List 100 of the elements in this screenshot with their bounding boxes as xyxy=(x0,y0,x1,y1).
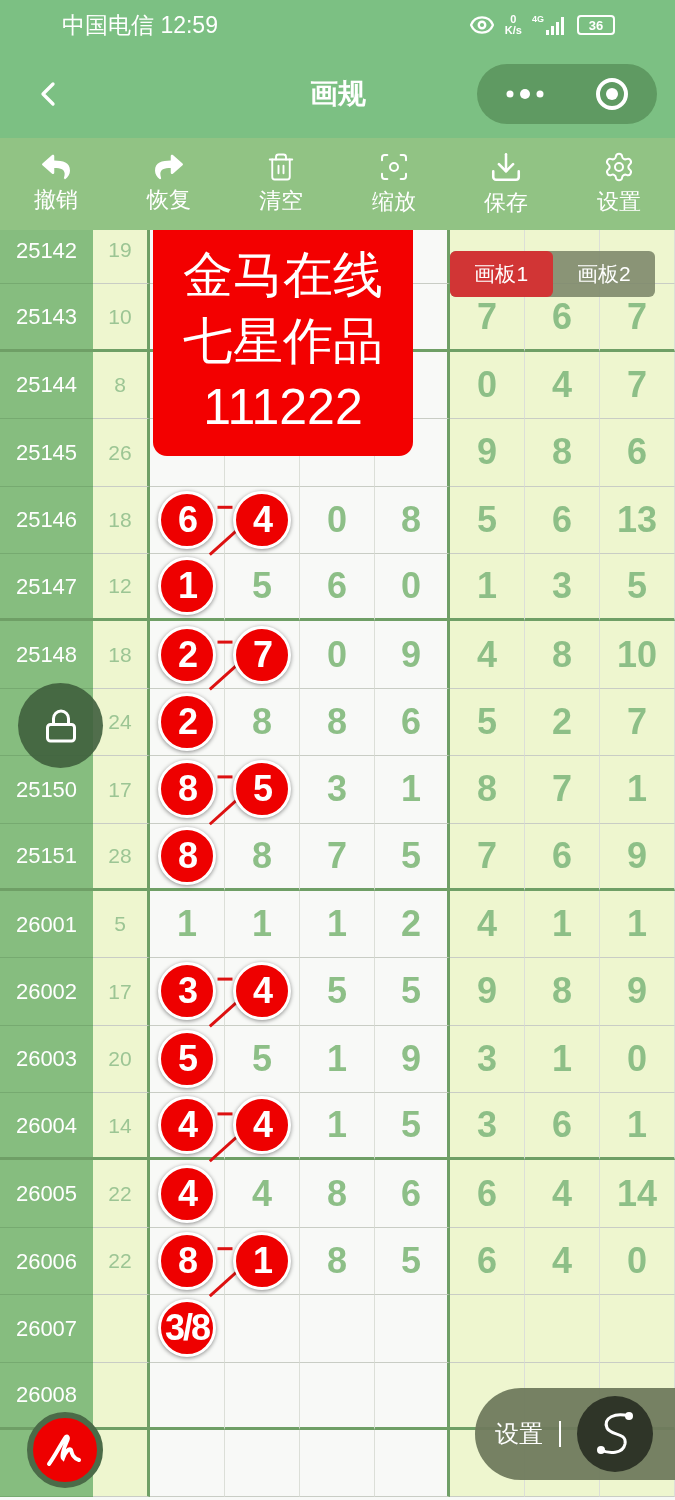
grid-cell: 3 xyxy=(525,553,600,622)
card-line: 金马在线 xyxy=(183,246,383,305)
grid-cell: 0 xyxy=(600,1025,675,1094)
close-icon xyxy=(595,77,629,111)
sum-cell xyxy=(93,1362,150,1431)
undo-icon xyxy=(42,153,71,181)
toolbar-button[interactable]: 清空 xyxy=(225,138,338,230)
settings-label[interactable]: 设置 xyxy=(495,1416,543,1452)
issue-cell: 25146 xyxy=(0,486,93,554)
grid-cell: 9 xyxy=(450,958,525,1026)
sum-cell: 5 xyxy=(93,890,150,959)
connector-line xyxy=(217,977,233,981)
sum-cell: 10 xyxy=(93,284,150,352)
grid-cell: 4 xyxy=(450,621,525,689)
issue-cell: 26005 xyxy=(0,1160,93,1228)
grid-cell: 7 xyxy=(525,756,600,824)
connector-line xyxy=(217,1112,233,1116)
connector-line xyxy=(217,640,233,644)
grid-cell: 8 xyxy=(525,958,600,1026)
issue-cell: 26001 xyxy=(0,890,93,959)
grid-cell: 0 xyxy=(375,553,450,622)
board-tab[interactable]: 画板1 xyxy=(450,251,553,297)
grid-cell: 6 xyxy=(375,1160,450,1228)
grid-cell: 6 xyxy=(450,1160,525,1228)
grid-cell: 2 xyxy=(375,890,450,959)
issue-cell: 25145 xyxy=(0,419,93,487)
speed-value: 0 xyxy=(510,14,517,25)
issue-cell: 25148 xyxy=(0,621,93,689)
grid-cell: 3 xyxy=(300,756,375,824)
grid-cell: 1 xyxy=(600,1093,675,1161)
grid-cell: 9 xyxy=(375,621,450,689)
grid-cell: 1 xyxy=(450,553,525,622)
grid-cell: 2 xyxy=(525,688,600,757)
grid-cell: 9 xyxy=(450,419,525,487)
sum-cell: 18 xyxy=(93,621,150,689)
grid-cell: 7 xyxy=(450,823,525,891)
grid-cell: 6 xyxy=(375,688,450,757)
issue-cell: 25144 xyxy=(0,351,93,420)
capsule-menu[interactable] xyxy=(477,64,657,124)
grid-cell: 8 xyxy=(225,823,300,891)
grid-cell: 1 xyxy=(525,890,600,959)
grid-cell: 9 xyxy=(600,958,675,1026)
grid-cell: 5 xyxy=(450,486,525,554)
toolbar-button[interactable]: 恢复 xyxy=(112,138,225,230)
grid-cell: 8 xyxy=(300,1227,375,1296)
issue-cell: 25150 xyxy=(0,756,93,824)
issue-cell: 26002 xyxy=(0,958,93,1026)
grid-cell: 1 xyxy=(225,890,300,959)
grid-cell: 4 xyxy=(450,890,525,959)
sum-cell: 22 xyxy=(93,1160,150,1228)
grid-cell: 8 xyxy=(300,688,375,757)
carrier-time: 中国电信 12:59 xyxy=(62,10,218,40)
sum-cell xyxy=(93,1430,150,1498)
grid-cell: 5 xyxy=(375,1227,450,1296)
grid-cell: 6 xyxy=(300,553,375,622)
card-line: 七星作品 xyxy=(183,312,383,371)
grid-cell: 5 xyxy=(225,553,300,622)
grid-cell: 5 xyxy=(225,1025,300,1094)
issue-cell: 25143 xyxy=(0,284,93,352)
redo-icon xyxy=(154,153,183,181)
grid-cell: 7 xyxy=(300,823,375,891)
sum-cell xyxy=(93,1295,150,1363)
sum-cell: 20 xyxy=(93,1025,150,1094)
network-type: 4G xyxy=(532,15,544,24)
speed-unit: K/s xyxy=(504,25,522,36)
grid-cell: 8 xyxy=(225,688,300,757)
sum-cell: 28 xyxy=(93,823,150,891)
grid-cell: 1 xyxy=(300,1093,375,1161)
grid-cell: 6 xyxy=(525,1093,600,1161)
grid-cell: 1 xyxy=(375,756,450,824)
sum-cell: 18 xyxy=(93,486,150,554)
grid-cell: 8 xyxy=(450,756,525,824)
grid-cell: 10 xyxy=(600,621,675,689)
grid-cell: 7 xyxy=(600,688,675,757)
issue-cell: 26006 xyxy=(0,1227,93,1296)
grid-cell: 8 xyxy=(525,419,600,487)
toolbar-button[interactable]: 撤销 xyxy=(0,138,113,230)
grid-cell: 5 xyxy=(375,958,450,1026)
more-icon xyxy=(505,88,545,100)
grid-cell: 8 xyxy=(300,1160,375,1228)
grid-cell: 5 xyxy=(600,553,675,622)
card-line: 111222 xyxy=(203,378,363,437)
toolbar-button[interactable]: 保存 xyxy=(450,138,563,230)
toolbar-button[interactable]: 设置 xyxy=(562,138,675,230)
grid-cell: 1 xyxy=(600,890,675,959)
grid-cell: 4 xyxy=(525,351,600,420)
grid-cell: 6 xyxy=(525,486,600,554)
battery-indicator: 36 xyxy=(577,15,615,35)
grid-cell: 6 xyxy=(450,1227,525,1296)
sum-cell: 19 xyxy=(93,230,150,285)
grid-cell: 5 xyxy=(375,1093,450,1161)
toolbar-button[interactable]: 缩放 xyxy=(337,138,450,230)
grid-cell: 14 xyxy=(600,1160,675,1228)
grid-cell: 0 xyxy=(450,351,525,420)
sum-cell: 14 xyxy=(93,1093,150,1161)
sum-cell: 8 xyxy=(93,351,150,420)
grid-cell: 13 xyxy=(600,486,675,554)
grid-cell: 1 xyxy=(525,1025,600,1094)
grid-cell: 1 xyxy=(300,890,375,959)
grid-cell: 6 xyxy=(525,823,600,891)
